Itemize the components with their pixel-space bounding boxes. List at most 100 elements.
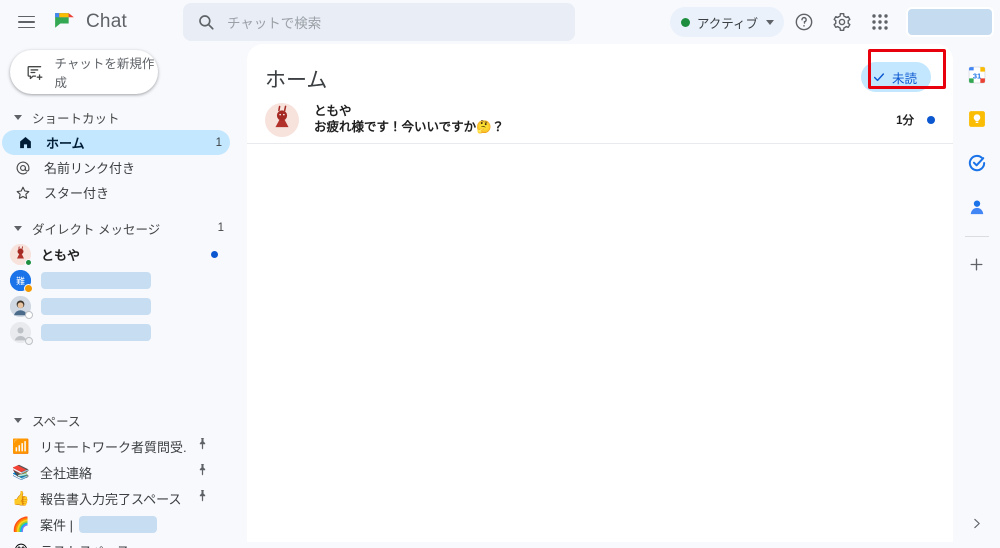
brand: Chat: [52, 10, 127, 35]
redacted-name: [41, 271, 151, 289]
avatar[interactable]: [906, 7, 994, 37]
blue-avatar: 難: [10, 269, 33, 293]
list-item[interactable]: ともや: [0, 241, 230, 267]
rail-divider: [964, 236, 989, 237]
sidebar-item-label: 名前リンク付き: [44, 161, 136, 176]
badge-icon: [24, 283, 33, 293]
search-icon: [199, 15, 214, 30]
top-bar: Chat チャットで検索 アクティブ: [0, 0, 1000, 44]
chevron-down-icon: [766, 19, 774, 25]
presence-dot: [25, 310, 33, 319]
list-item[interactable]: [0, 319, 230, 345]
shortcuts-section-header[interactable]: ショートカット: [0, 104, 240, 130]
svg-text:難: 難: [16, 275, 25, 286]
presence-dot: [25, 336, 33, 345]
message-timestamp: 1分: [896, 114, 914, 127]
google-contacts-icon: [970, 200, 983, 215]
list-item[interactable]: 難: [0, 267, 230, 293]
new-chat-label: チャットを新規作成: [54, 57, 155, 90]
hamburger-icon[interactable]: [6, 2, 46, 42]
brand-name: Chat: [86, 11, 127, 32]
photo-avatar: [10, 295, 33, 319]
status-dropdown[interactable]: アクティブ: [669, 7, 784, 37]
google-calendar-icon: 31: [968, 66, 985, 84]
dm-title: ダイレクト メッセージ: [32, 222, 161, 237]
spaces-section-header[interactable]: スペース: [0, 407, 240, 433]
rainbow-emoji-icon: 🌈: [12, 516, 30, 532]
google-chat-logo: [52, 10, 77, 35]
unread-filter-label: 未読: [891, 71, 917, 86]
sidebar-space-test[interactable]: 😄 テストスペース: [0, 537, 232, 548]
top-right-controls: アクティブ: [669, 0, 994, 44]
table-row[interactable]: ともや お疲れ様です！今いいですか🤔？ 1分: [247, 96, 953, 144]
space-label: 全社連絡: [40, 465, 93, 481]
dm-count: 1: [217, 222, 224, 234]
help-icon: [795, 13, 813, 31]
space-label: 報告書入力完了スペース: [40, 491, 182, 507]
sidebar-item-count: 1: [215, 136, 222, 149]
mention-at-icon: [14, 159, 32, 177]
message-sender: ともや: [314, 104, 352, 118]
expand-panel-button[interactable]: [962, 508, 992, 538]
rail-item-contacts[interactable]: [958, 188, 996, 226]
redacted-space-name: [79, 515, 157, 533]
rail-item-tasks[interactable]: [958, 144, 996, 182]
list-item[interactable]: [0, 293, 230, 319]
pin-icon: [197, 437, 208, 455]
message-meta: 1分: [896, 112, 935, 128]
help-button[interactable]: [786, 4, 822, 40]
redacted-name: [41, 323, 151, 341]
sidebar-space-remote-work[interactable]: 📶 リモートワーク者質問受...: [0, 433, 232, 459]
star-icon: [14, 184, 32, 202]
check-icon: [873, 73, 885, 82]
message-body: ともや お疲れ様です！今いいですか🤔？: [314, 103, 896, 136]
chevron-down-icon: [14, 225, 22, 231]
rail-add-button[interactable]: [958, 245, 996, 283]
sidebar: チャットを新規作成 ショートカット ホーム 1 名前リンク付き スター付き ダイ…: [0, 44, 240, 548]
smiley-emoji-icon: 😄: [12, 541, 30, 548]
character-avatar-red: [265, 102, 299, 137]
sidebar-space-report-complete[interactable]: 👍 報告書入力完了スペース: [0, 485, 232, 511]
default-person-avatar: [10, 321, 33, 345]
active-status-dot: [680, 17, 690, 27]
sidebar-item-starred[interactable]: スター付き: [0, 180, 230, 205]
svg-text:31: 31: [972, 71, 980, 80]
google-keep-icon: [968, 111, 985, 127]
sidebar-item-mentions[interactable]: 名前リンク付き: [0, 155, 230, 180]
chevron-right-icon: [974, 518, 980, 528]
space-label: リモートワーク者質問受...: [40, 439, 187, 455]
spaces-title: スペース: [32, 414, 81, 429]
settings-button[interactable]: [824, 4, 860, 40]
page-title: ホーム: [265, 69, 328, 92]
compose-new-chat-icon: [27, 65, 43, 80]
sidebar-item-label: スター付き: [44, 186, 110, 201]
character-avatar-red: [10, 243, 32, 266]
search-input[interactable]: チャットで検索: [182, 3, 575, 41]
gear-icon: [833, 12, 851, 32]
home-icon: [16, 134, 34, 152]
pin-icon: [197, 463, 208, 481]
apps-button[interactable]: [862, 4, 898, 40]
pin-icon: [197, 489, 208, 507]
sidebar-space-project[interactable]: 🌈 案件 |: [0, 511, 232, 537]
presence-dot: [25, 258, 32, 266]
new-chat-button[interactable]: チャットを新規作成: [10, 50, 158, 94]
main-panel: ホーム 未読 ともや お疲れ様です！今いいですか🤔？ 1分: [247, 44, 953, 542]
unread-dot: [927, 115, 935, 124]
shortcuts-title: ショートカット: [32, 111, 120, 126]
sidebar-space-company-announce[interactable]: 📚 全社連絡: [0, 459, 232, 485]
list-item-label: ともや: [41, 247, 81, 263]
sidebar-item-home[interactable]: ホーム 1: [2, 130, 230, 155]
google-chat-window: Chat チャットで検索 アクティブ チャットを新規作成 ショートカット ホーム…: [0, 0, 1000, 548]
dm-section-header[interactable]: ダイレクト メッセージ 1: [0, 215, 240, 241]
space-label-text: 案件 |: [40, 517, 73, 533]
thumbs-up-emoji-icon: 👍: [12, 490, 30, 506]
signal-emoji-icon: 📶: [12, 438, 30, 454]
apps-grid-icon: [872, 14, 888, 30]
search-container: チャットで検索: [182, 3, 575, 41]
unread-filter-chip[interactable]: 未読: [860, 62, 931, 92]
google-tasks-icon: [968, 154, 985, 172]
rail-item-keep[interactable]: [958, 100, 996, 138]
rail-item-calendar[interactable]: 31: [958, 56, 996, 94]
chevron-down-icon: [14, 417, 22, 423]
